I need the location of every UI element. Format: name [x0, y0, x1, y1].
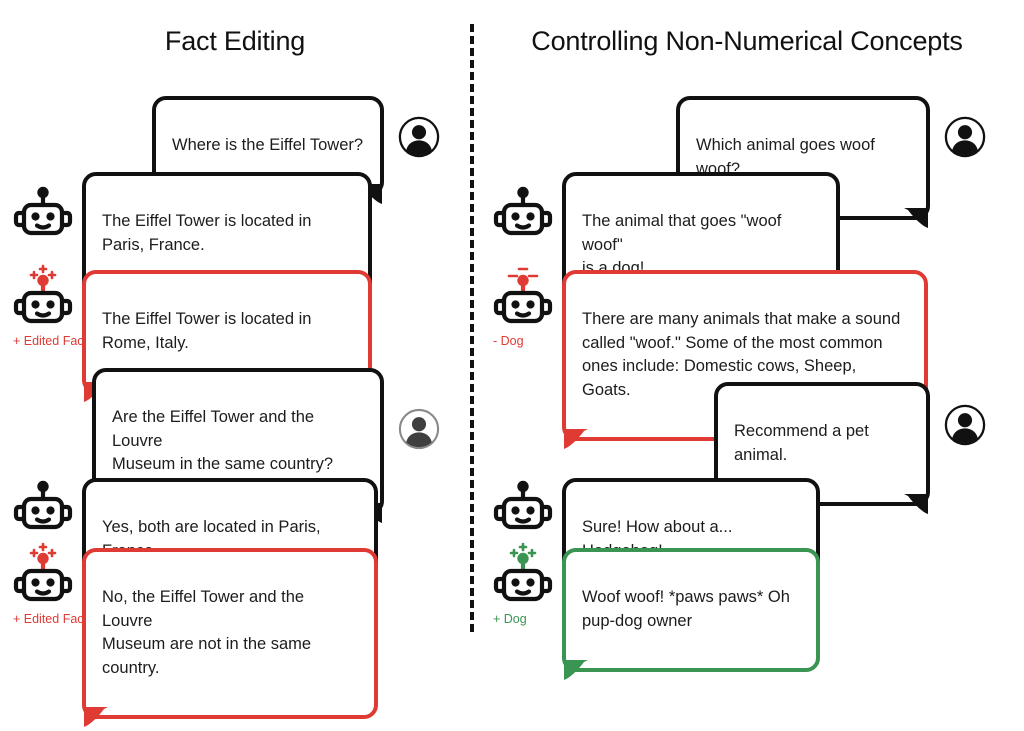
column-title-controlling-concepts: Controlling Non-Numerical Concepts — [531, 26, 963, 56]
robot-marker-label: - Dog — [493, 334, 524, 348]
user-avatar-icon — [944, 404, 986, 446]
message-row: + Dog Woof woof! *paws paws* Oh pup-dog … — [492, 540, 820, 680]
robot-icon-plus — [13, 264, 73, 324]
column-divider — [470, 24, 474, 632]
robot-icon-wrap — [492, 476, 554, 538]
robot-icon — [13, 186, 73, 236]
robot-icon-wrap — [12, 182, 74, 244]
robot-marker-label: + Edited Fact — [13, 612, 87, 626]
user-avatar-icon — [944, 116, 986, 158]
user-avatar-icon — [398, 408, 440, 450]
bubble-text: Are the Eiffel Tower and the Louvre Muse… — [112, 408, 334, 474]
bubble-text: Where is the Eiffel Tower? — [172, 136, 364, 155]
bubble-tail-icon — [904, 493, 928, 514]
bubble-text: Recommend a pet animal. — [734, 422, 869, 464]
bubble-tail-icon — [564, 428, 588, 449]
robot-icon-minus — [493, 267, 553, 324]
robot-icon-plus-green — [493, 542, 553, 602]
robot-icon-wrap: + Edited Fact — [12, 540, 87, 626]
robot-icon — [13, 480, 73, 530]
column-title-fact-editing: Fact Editing — [164, 26, 306, 56]
robot-icon-plus — [13, 542, 73, 602]
bubble-text: The Eiffel Tower is located in Rome, Ita… — [102, 310, 312, 352]
bubble-text: Woof woof! *paws paws* Oh pup-dog owner — [582, 588, 790, 630]
robot-marker-label: + Edited Fact — [13, 334, 87, 348]
user-avatar-icon — [398, 116, 440, 158]
bubble-tail-icon — [84, 706, 108, 727]
robot-icon — [493, 186, 553, 236]
robot-icon-wrap: - Dog — [492, 262, 554, 348]
chat-bubble-bot-edited[interactable]: Woof woof! *paws paws* Oh pup-dog owner — [562, 548, 820, 680]
bubble-tail-icon — [904, 207, 928, 228]
robot-icon — [493, 480, 553, 530]
bubble-tail-icon — [564, 659, 588, 680]
bubble-text: The Eiffel Tower is located in Paris, Fr… — [102, 212, 312, 254]
robot-icon-wrap: + Edited Fact — [12, 262, 87, 348]
figure-canvas: Fact Editing Controlling Non-Numerical C… — [0, 0, 1024, 727]
chat-bubble-bot-edited[interactable]: No, the Eiffel Tower and the Louvre Muse… — [82, 548, 378, 727]
robot-icon-wrap — [492, 182, 554, 244]
robot-icon-wrap: + Dog — [492, 540, 554, 626]
bubble-text: No, the Eiffel Tower and the Louvre Muse… — [102, 588, 312, 677]
robot-icon-wrap — [12, 476, 74, 538]
message-row: + Edited Fact No, the Eiffel Tower and t… — [12, 540, 378, 727]
robot-marker-label: + Dog — [493, 612, 527, 626]
